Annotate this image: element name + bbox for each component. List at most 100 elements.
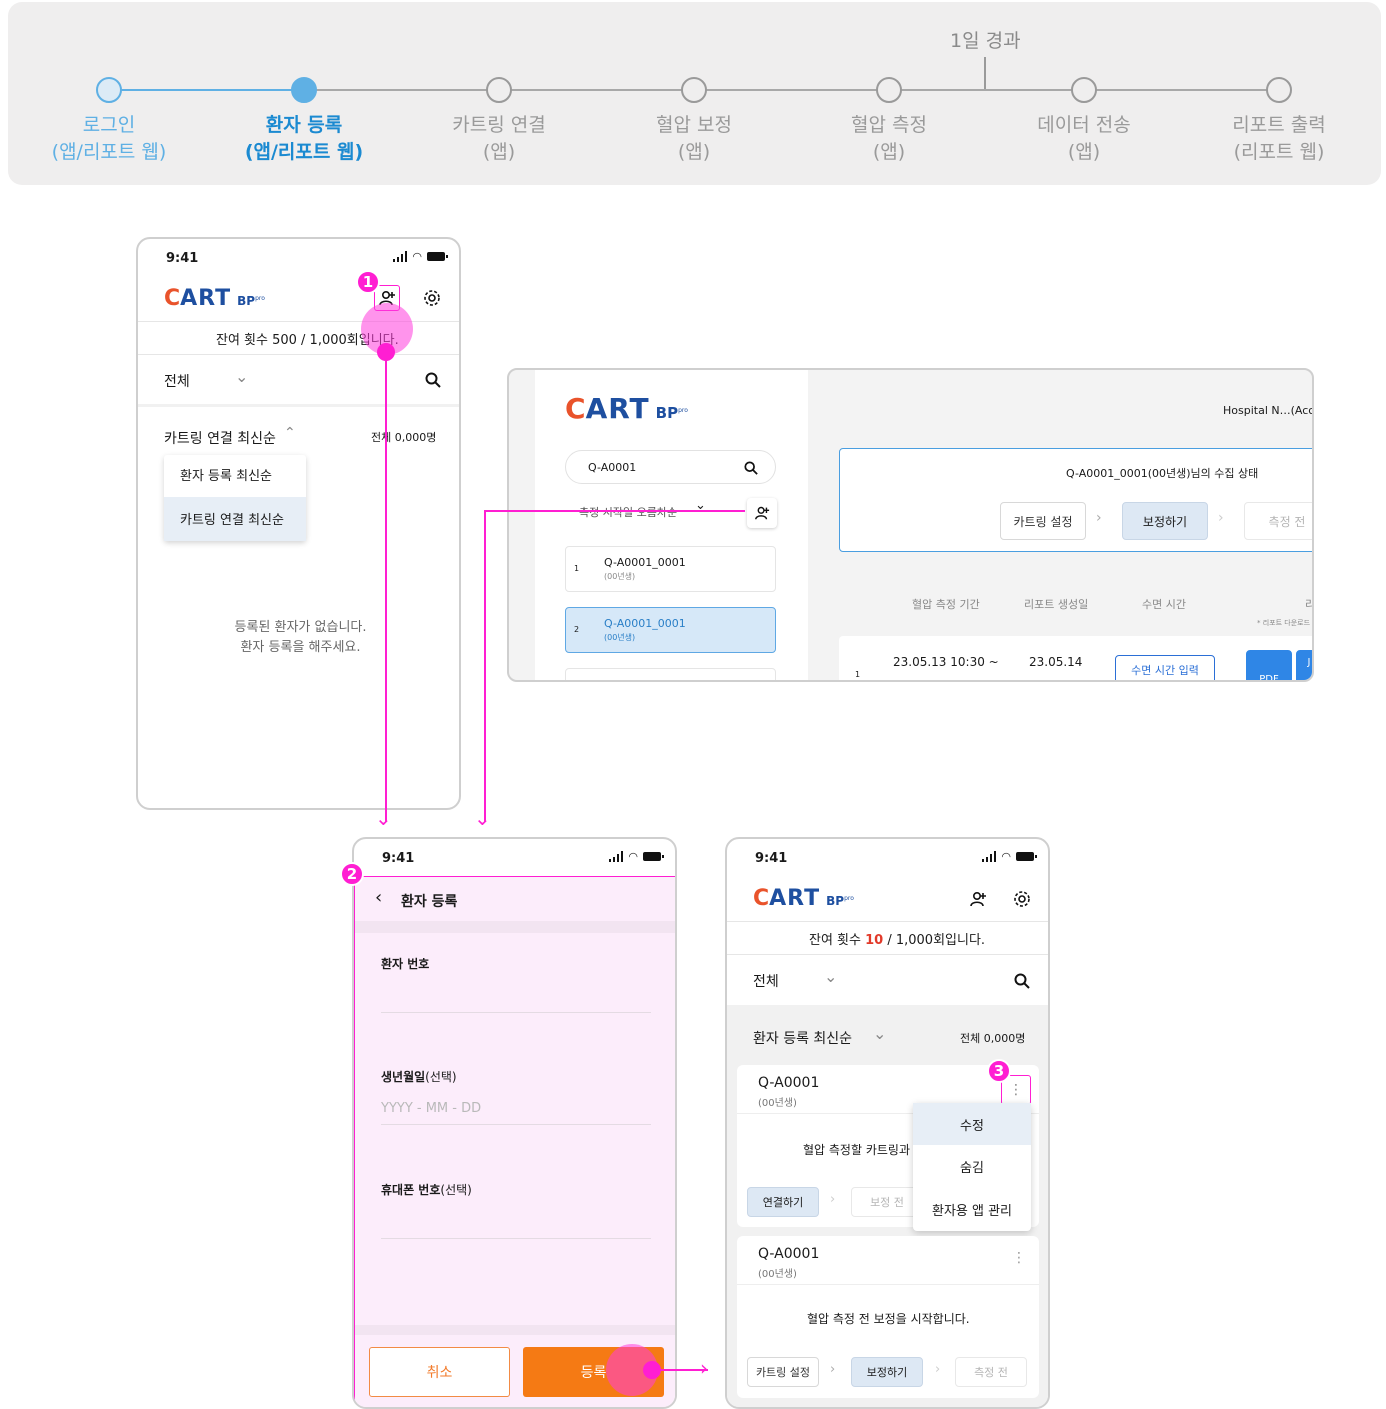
web-list-item[interactable]: 1 Q-A0001_0001 (00년생): [565, 546, 776, 592]
app-logo: CART BPpro: [164, 286, 265, 311]
arrow-head-right-icon: ›: [700, 1356, 708, 1380]
web-search-field[interactable]: Q-A0001: [565, 450, 776, 484]
patient-card[interactable]: Q-A0001 (00년생) ⋮ 혈압 측정 전 보정을 시작합니다. 카트링 …: [737, 1236, 1039, 1398]
calibrate-chip[interactable]: 보정하기: [851, 1357, 923, 1387]
cartridge-setting-chip[interactable]: 카트링 설정: [1000, 502, 1086, 540]
arrow-head-down-icon: ⌄: [375, 806, 392, 830]
step-dot-transfer: [1071, 77, 1097, 103]
settings-gear-icon[interactable]: [419, 285, 445, 311]
step-label-report: 리포트 출력 (리포트 웹): [1232, 114, 1326, 163]
step-label-measure: 혈압 측정 (앱): [851, 114, 927, 163]
flow-arrow-1: [385, 352, 387, 822]
status-bar: 9:41 ◠: [727, 839, 1048, 875]
sort-option-cartridge[interactable]: 카트링 연결 최신순: [164, 497, 306, 541]
report-web-panel: CART BPpro Q-A0001 측정 시작일 오름차순 ⌄ 1 Q-A00…: [507, 368, 1314, 682]
chevron-down-icon[interactable]: ⌄: [824, 967, 837, 986]
step-label-cartridge: 카트링 연결 (앱): [452, 114, 546, 163]
chevron-right-icon: ›: [1218, 510, 1224, 526]
web-logo: CART BPpro: [565, 392, 688, 425]
chevron-up-icon[interactable]: ⌃: [284, 425, 296, 441]
field-label-birth: 생년월일(선택): [381, 1070, 457, 1084]
web-sidebar: CART BPpro Q-A0001 측정 시작일 오름차순 ⌄ 1 Q-A00…: [535, 370, 808, 680]
menu-item-edit[interactable]: 수정: [913, 1103, 1031, 1145]
add-patient-icon[interactable]: [747, 498, 777, 528]
chevron-right-icon: ›: [1096, 510, 1102, 526]
wifi-icon: ◠: [628, 850, 638, 863]
birth-input[interactable]: YYYY - MM - DD: [381, 1093, 651, 1125]
wifi-icon: ◠: [412, 250, 422, 263]
step-dot-calibrate: [681, 77, 707, 103]
measure-chip: 측정 전: [1244, 502, 1312, 540]
patient-no-input[interactable]: [381, 977, 651, 1013]
sleep-time-button[interactable]: 수면 시간 입력: [1115, 655, 1215, 680]
chevron-down-icon[interactable]: ⌄: [873, 1024, 886, 1043]
status-bar: 9:41 ◠: [138, 239, 459, 275]
step-dot-login: [96, 77, 122, 103]
search-icon[interactable]: [1009, 968, 1035, 994]
col-created: 리포트 생성일: [1024, 598, 1089, 611]
step-label-login: 로그인 (앱/리포트 웹): [51, 114, 167, 163]
arrow-head-down-icon: ⌄: [474, 806, 491, 830]
calibrate-chip[interactable]: 보정하기: [1122, 502, 1208, 540]
app-logo: CART BPpro: [753, 886, 854, 911]
step-dot-report: [1266, 77, 1292, 103]
phone-patient-list: 9:41 ◠ CART BPpro 잔여 횟수 10 / 1,000회입니다. …: [725, 837, 1050, 1409]
step-badge-2: 2: [340, 862, 364, 886]
empty-message: 등록된 환자가 없습니다. 환자 등록을 해주세요.: [234, 620, 367, 655]
sort-dropdown: 환자 등록 최신순 카트링 연결 최신순: [164, 455, 306, 541]
filter-select[interactable]: 전체: [753, 971, 779, 991]
download-note: * 리포트 다운로드: [1257, 619, 1311, 627]
web-list-item-partial[interactable]: [565, 668, 776, 680]
progress-line-todo: [304, 89, 1280, 91]
j-download-button[interactable]: J: [1296, 650, 1312, 680]
hospital-name[interactable]: Hospital N…(Acc: [1223, 404, 1312, 417]
total-count: 전체 0,000명: [960, 1032, 1026, 1045]
chevron-right-icon: ›: [935, 1362, 941, 1377]
battery-icon: [1016, 852, 1037, 861]
report-row: 1 23.05.13 10:30 ~ 23.05.14 수면 시간 입력 PDF…: [839, 636, 1312, 680]
back-chevron-icon[interactable]: ‹: [375, 887, 382, 908]
flow-arrow-web-down: [484, 510, 486, 822]
status-bar: 9:41 ◠: [354, 839, 675, 875]
sort-select[interactable]: 카트링 연결 최신순: [164, 428, 276, 448]
step-label-transfer: 데이터 전송 (앱): [1037, 114, 1131, 163]
sort-select[interactable]: 환자 등록 최신순: [753, 1028, 852, 1048]
sort-option-registered[interactable]: 환자 등록 최신순: [164, 455, 306, 497]
pdf-download-button[interactable]: PDF: [1246, 650, 1292, 680]
phone-input[interactable]: [381, 1203, 651, 1239]
menu-item-app-manage[interactable]: 환자용 앱 관리: [913, 1188, 1031, 1231]
field-label-phone: 휴대폰 번호(선택): [381, 1183, 472, 1197]
collection-status-card: Q-A0001_0001(00년생)님의 수집 상태 카트링 설정 › 보정하기…: [839, 448, 1312, 552]
web-sort-select[interactable]: 측정 시작일 오름차순: [579, 504, 677, 520]
connect-chip[interactable]: 연결하기: [747, 1187, 819, 1217]
add-patient-icon[interactable]: [965, 886, 991, 912]
more-menu-icon[interactable]: ⋮: [1012, 1250, 1026, 1266]
search-icon[interactable]: [744, 460, 758, 479]
more-menu: 수정 숨김 환자용 앱 관리: [913, 1103, 1031, 1231]
status-time: 9:41: [755, 851, 788, 866]
step-dot-register: [291, 77, 317, 103]
chevron-right-icon: ›: [830, 1192, 836, 1207]
filter-select[interactable]: 전체: [164, 371, 190, 391]
cartridge-setting-chip[interactable]: 카트링 설정: [747, 1357, 819, 1387]
col-report: 리: [1305, 596, 1312, 612]
search-icon[interactable]: [420, 367, 446, 393]
settings-gear-icon[interactable]: [1009, 886, 1035, 912]
wifi-icon: ◠: [1001, 850, 1011, 863]
cancel-button[interactable]: 취소: [369, 1347, 510, 1397]
progress-line-done: [109, 89, 304, 91]
status-time: 9:41: [166, 251, 199, 266]
step-dot-cartridge: [486, 77, 512, 103]
battery-icon: [427, 252, 448, 261]
progress-stepper: 1일 경과 로그인 (앱/리포트 웹) 환자 등록 (앱/리포트 웹) 카트링 연결…: [8, 2, 1381, 185]
menu-item-hide[interactable]: 숨김: [913, 1145, 1031, 1188]
step-badge-3: 3: [987, 1059, 1011, 1083]
elapsed-marker: [984, 57, 986, 89]
col-period: 혈압 측정 기간: [912, 598, 980, 611]
signal-icon: [982, 851, 997, 862]
web-list-item-selected[interactable]: 2 Q-A0001_0001 (00년생): [565, 607, 776, 653]
flow-arrow-web: [484, 510, 745, 512]
chevron-down-icon[interactable]: ⌄: [235, 367, 248, 386]
remaining-count: 잔여 횟수 10 / 1,000회입니다.: [809, 933, 986, 948]
battery-icon: [643, 852, 664, 861]
